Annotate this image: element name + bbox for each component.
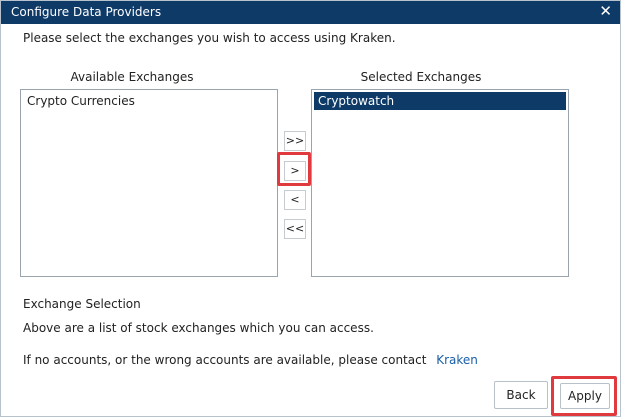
exchange-selection-heading: Exchange Selection <box>23 297 141 311</box>
kraken-link[interactable]: Kraken <box>436 353 478 367</box>
selected-item-cryptowatch[interactable]: Cryptowatch <box>314 92 566 110</box>
add-all-button[interactable]: >> <box>284 131 306 151</box>
selected-exchanges-list[interactable]: Cryptowatch <box>311 89 569 277</box>
available-exchanges-label: Available Exchanges <box>70 70 194 84</box>
selected-exchanges-label: Selected Exchanges <box>360 70 482 84</box>
close-icon[interactable]: ✕ <box>599 2 612 20</box>
remove-selected-button[interactable]: < <box>284 190 306 210</box>
exchange-selection-description: Above are a list of stock exchanges whic… <box>23 321 374 335</box>
configure-data-providers-dialog: Configure Data Providers ✕ Please select… <box>0 0 621 417</box>
back-button[interactable]: Back <box>494 381 548 409</box>
available-exchanges-list[interactable]: Crypto Currencies <box>20 89 278 277</box>
contact-message: If no accounts, or the wrong accounts ar… <box>23 353 427 367</box>
contact-text: If no accounts, or the wrong accounts ar… <box>23 353 478 367</box>
dialog-titlebar: Configure Data Providers ✕ <box>1 1 620 24</box>
available-item-crypto-currencies[interactable]: Crypto Currencies <box>23 92 275 110</box>
remove-all-button[interactable]: << <box>284 219 306 239</box>
instructions-text: Please select the exchanges you wish to … <box>23 31 396 45</box>
add-button-highlight <box>277 152 311 186</box>
apply-button-highlight <box>551 376 617 416</box>
dialog-title: Configure Data Providers <box>11 5 162 19</box>
